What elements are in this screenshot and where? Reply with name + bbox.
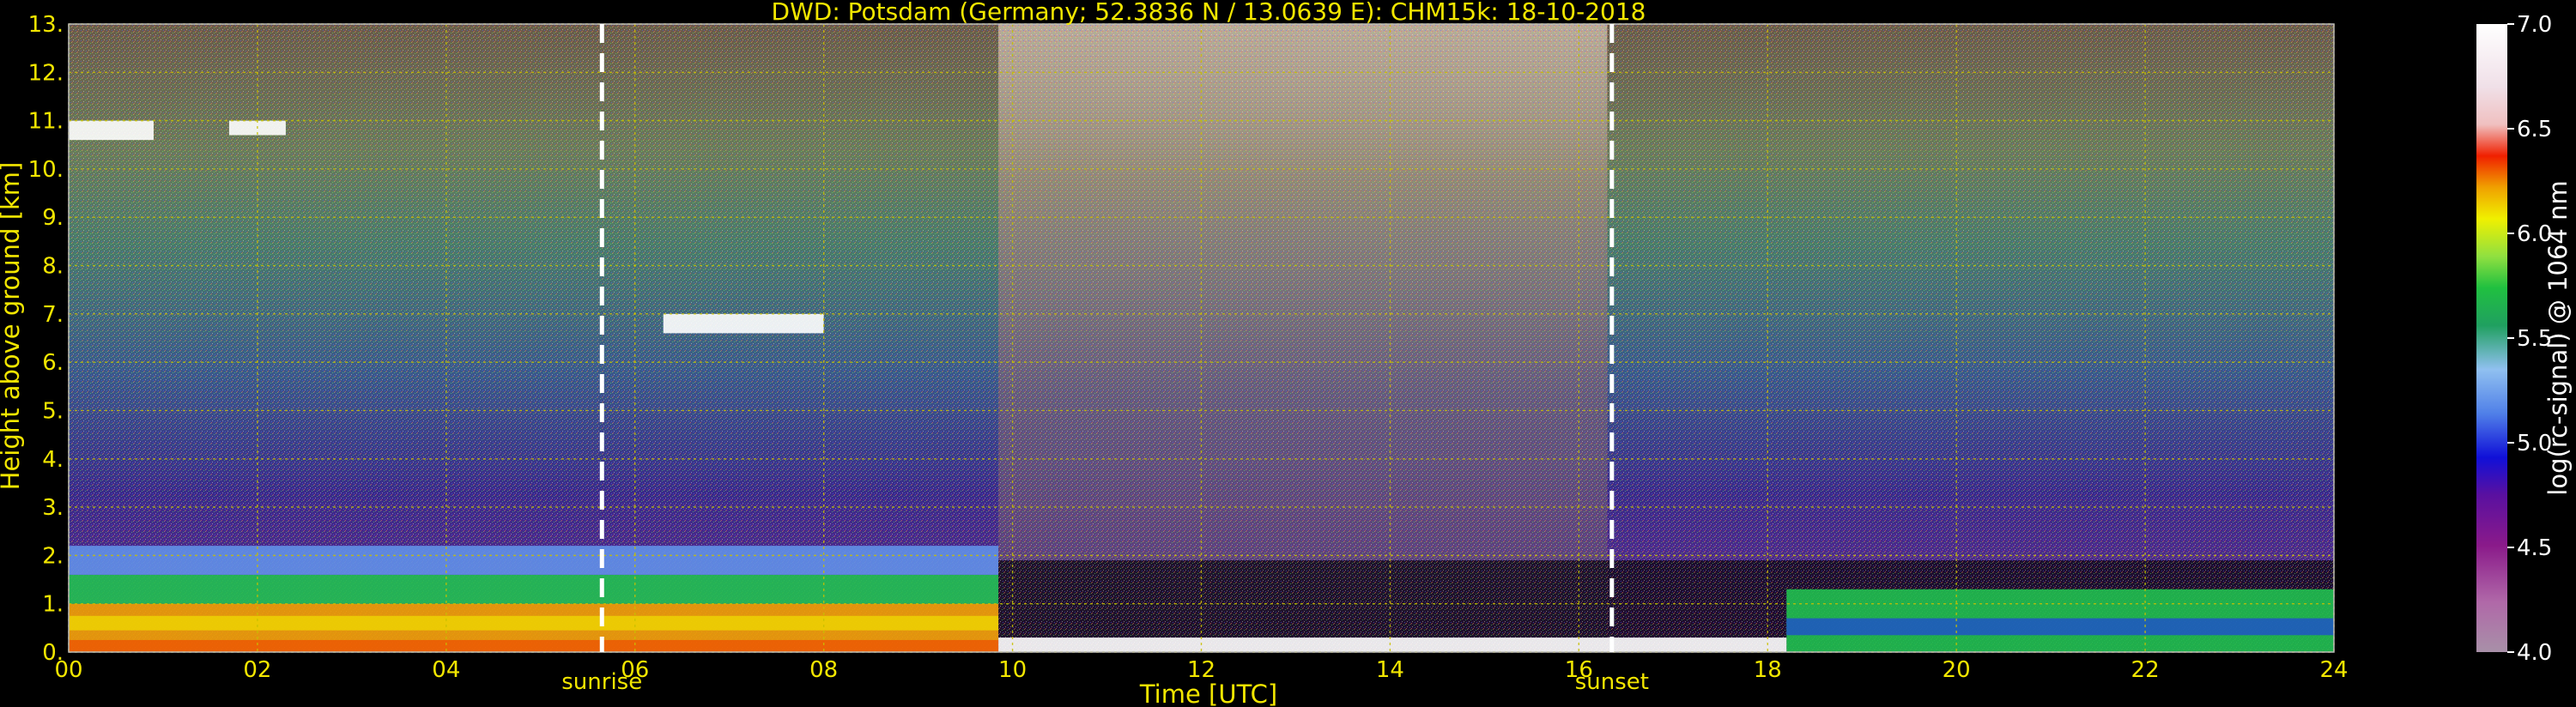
colorbar-title: log(rc-signal) @ 1064 nm	[2543, 180, 2573, 495]
colorbar: 4.04.55.05.56.06.57.0 log(rc-signal) @ 1…	[2476, 12, 2573, 666]
colorbar-tick-label: 4.5	[2517, 535, 2552, 561]
boundary-layer-band-yellow	[69, 615, 999, 631]
boundary-layer-band-red	[69, 639, 999, 652]
night-layer-band-blue	[1786, 618, 2334, 636]
y-tick-label: 7.	[42, 302, 64, 328]
colorbar-tick-label: 4.0	[2517, 640, 2552, 666]
x-axis-title: Time [UTC]	[1139, 680, 1277, 707]
x-tick-label: 02	[243, 657, 271, 683]
colorbar-tick-label: 6.5	[2517, 117, 2552, 142]
x-tick-label: 14	[1376, 657, 1404, 683]
chart: sunrise sunset 0.1.2.3.4.5.6.7.8.9.10.11.…	[0, 0, 2573, 707]
y-tick-label: 13.	[28, 12, 64, 38]
x-tick-label: 00	[54, 657, 82, 683]
x-tick-label: 08	[809, 657, 838, 683]
y-tick-label: 8.	[42, 254, 64, 280]
y-tick-label: 6.	[42, 350, 64, 376]
chart-title: DWD: Potsdam (Germany; 52.3836 N / 13.06…	[772, 0, 1646, 26]
x-tick-label: 20	[1943, 657, 1971, 683]
y-tick-label: 12.	[28, 60, 64, 86]
layer-cloud-cirrus-1	[69, 120, 154, 141]
layer-residual-layer	[69, 546, 999, 575]
layer-boundary-layer-mid	[69, 574, 999, 604]
y-tick-label: 11.	[28, 109, 64, 135]
x-tick-label: 24	[2319, 657, 2348, 683]
y-tick-labels: 0.1.2.3.4.5.6.7.8.9.10.11.12.13.	[28, 12, 64, 666]
colorbar-gradient	[2476, 24, 2507, 652]
x-tick-label: 04	[432, 657, 460, 683]
y-axis-title: Height above ground [km]	[0, 162, 25, 491]
y-tick-label: 3.	[42, 495, 64, 521]
y-tick-label: 10.	[28, 157, 64, 183]
colorbar-tick-label: 7.0	[2517, 12, 2552, 38]
x-tick-label: 16	[1565, 657, 1593, 683]
layer-cloud-midlevel	[663, 313, 824, 334]
y-tick-label: 2.	[42, 543, 64, 569]
x-tick-label: 18	[1754, 657, 1782, 683]
x-tick-label: 06	[621, 657, 649, 683]
y-tick-label: 1.	[42, 592, 64, 618]
x-tick-label: 10	[998, 657, 1027, 683]
x-tick-label: 22	[2131, 657, 2160, 683]
layer-daytime-surface-layer	[998, 638, 1787, 652]
y-tick-label: 5.	[42, 398, 64, 424]
y-tick-label: 4.	[42, 447, 64, 473]
y-tick-label: 9.	[42, 205, 64, 231]
